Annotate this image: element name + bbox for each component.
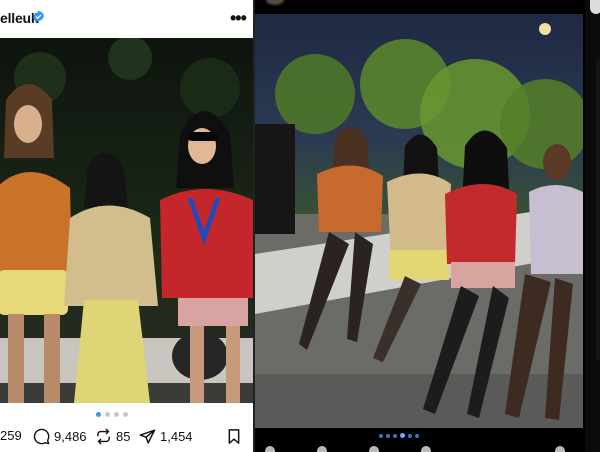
likes-count: 259 — [0, 428, 22, 443]
carousel-dot — [123, 412, 128, 417]
post-header: elleuk ••• — [0, 0, 255, 36]
reposts-count: 85 — [116, 429, 131, 444]
right-post — [255, 0, 585, 452]
share-icon — [139, 429, 156, 444]
scrollbar[interactable] — [596, 60, 600, 360]
comments-count: 9,486 — [54, 429, 87, 444]
shares-count: 1,454 — [160, 429, 193, 444]
verified-badge-icon — [33, 10, 44, 23]
carousel-dot — [105, 412, 110, 417]
carousel-dot-active — [96, 412, 101, 417]
bookmark-icon[interactable] — [226, 428, 242, 445]
repost-icon — [97, 428, 110, 445]
carousel-dot — [386, 433, 390, 438]
comment-icon[interactable] — [317, 446, 327, 452]
likes-stat[interactable]: 259 — [0, 428, 22, 443]
carousel-dot — [379, 433, 383, 438]
more-options-icon[interactable]: ••• — [230, 8, 247, 29]
share-icon[interactable] — [421, 446, 431, 452]
heart-icon[interactable] — [265, 446, 275, 452]
bookmark-icon[interactable] — [555, 446, 565, 452]
left-post: elleuk ••• 259 9,486 85 1,454 — [0, 0, 255, 452]
post-image[interactable] — [0, 38, 253, 403]
post-photo-illustration — [0, 38, 253, 403]
carousel-dot — [393, 433, 397, 438]
post-image[interactable] — [255, 14, 583, 428]
comment-button[interactable]: 9,486 — [33, 428, 87, 445]
avatar[interactable] — [590, 0, 600, 14]
repost-button[interactable]: 85 — [95, 428, 130, 445]
comment-icon — [33, 428, 50, 445]
carousel-indicator — [96, 412, 128, 417]
action-bar — [255, 446, 583, 452]
action-bar: 259 9,486 85 1,454 — [0, 426, 253, 450]
post-photo-illustration — [255, 14, 583, 428]
carousel-dot — [408, 433, 412, 438]
share-button[interactable]: 1,454 — [139, 428, 193, 445]
avatar[interactable] — [265, 0, 285, 6]
carousel-indicator — [379, 433, 419, 438]
carousel-dot — [114, 412, 119, 417]
repost-icon[interactable] — [369, 446, 379, 452]
carousel-dot — [415, 433, 419, 438]
carousel-dot-active — [400, 433, 405, 438]
